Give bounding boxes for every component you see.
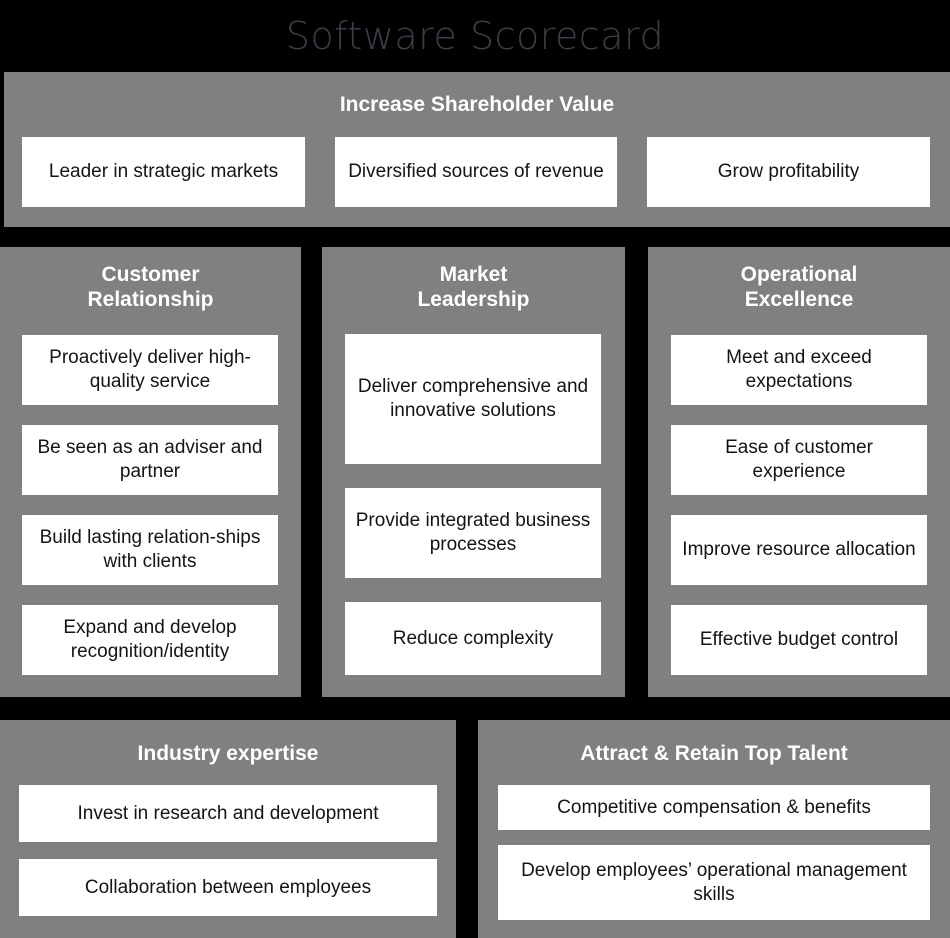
scorecard-diagram: Software Scorecard Increase Shareholder …	[0, 0, 950, 938]
panel-heading-line-2: Relationship	[87, 287, 214, 311]
objective-box[interactable]: Collaboration between employees	[19, 859, 437, 916]
panel-heading-line-1: Market	[439, 263, 508, 286]
objective-box[interactable]: Expand and develop recognition/identity	[22, 605, 278, 675]
objective-box[interactable]: Reduce complexity	[345, 602, 601, 675]
objective-box[interactable]: Competitive compensation & benefits	[498, 785, 930, 830]
objective-box[interactable]: Grow profitability	[647, 137, 930, 207]
panel-heading-line-2: Excellence	[744, 287, 854, 311]
objective-box[interactable]: Diversified sources of revenue	[335, 137, 617, 207]
panel-heading-line-1: Operational	[740, 263, 858, 286]
panel-heading-market-leadership: Market Leadership	[322, 263, 625, 313]
objective-box[interactable]: Ease of customer experience	[671, 425, 927, 495]
objective-box[interactable]: Develop employees’ operational managemen…	[498, 845, 930, 920]
panel-heading-attract-retain-talent: Attract & Retain Top Talent	[580, 742, 848, 765]
panel-attract-retain-top-talent: Attract & Retain Top Talent Competitive …	[478, 720, 950, 938]
objective-box[interactable]: Deliver comprehensive and innovative sol…	[345, 334, 601, 464]
objective-box[interactable]: Improve resource allocation	[671, 515, 927, 585]
panel-operational-excellence: Operational Excellence Meet and exceed e…	[648, 247, 950, 697]
panel-industry-expertise: Industry expertise Invest in research an…	[0, 720, 456, 938]
scorecard-title-bar: Software Scorecard	[0, 0, 950, 72]
panel-heading-industry-expertise: Industry expertise	[137, 742, 319, 765]
objective-box[interactable]: Proactively deliver high-quality service	[22, 335, 278, 405]
panel-market-leadership: Market Leadership Deliver comprehensive …	[322, 247, 625, 697]
page-title: Software Scorecard	[285, 14, 665, 58]
objective-box[interactable]: Leader in strategic markets	[22, 137, 305, 207]
objective-box[interactable]: Build lasting relation-ships with client…	[22, 515, 278, 585]
objective-box[interactable]: Effective budget control	[671, 605, 927, 675]
panel-customer-relationship: Customer Relationship Proactively delive…	[0, 247, 301, 697]
panel-increase-shareholder-value: Increase Shareholder Value Leader in str…	[4, 72, 950, 227]
panel-heading-customer-relationship: Customer Relationship	[0, 263, 301, 313]
panel-heading-shareholder: Increase Shareholder Value	[339, 93, 615, 116]
objective-box[interactable]: Be seen as an adviser and partner	[22, 425, 278, 495]
objective-box[interactable]: Provide integrated business processes	[345, 488, 601, 578]
panel-heading-line-2: Leadership	[417, 287, 530, 311]
objective-box[interactable]: Meet and exceed expectations	[671, 335, 927, 405]
panel-heading-operational-excellence: Operational Excellence	[648, 263, 950, 313]
objective-box[interactable]: Invest in research and development	[19, 785, 437, 842]
panel-heading-line-1: Customer	[101, 263, 200, 286]
